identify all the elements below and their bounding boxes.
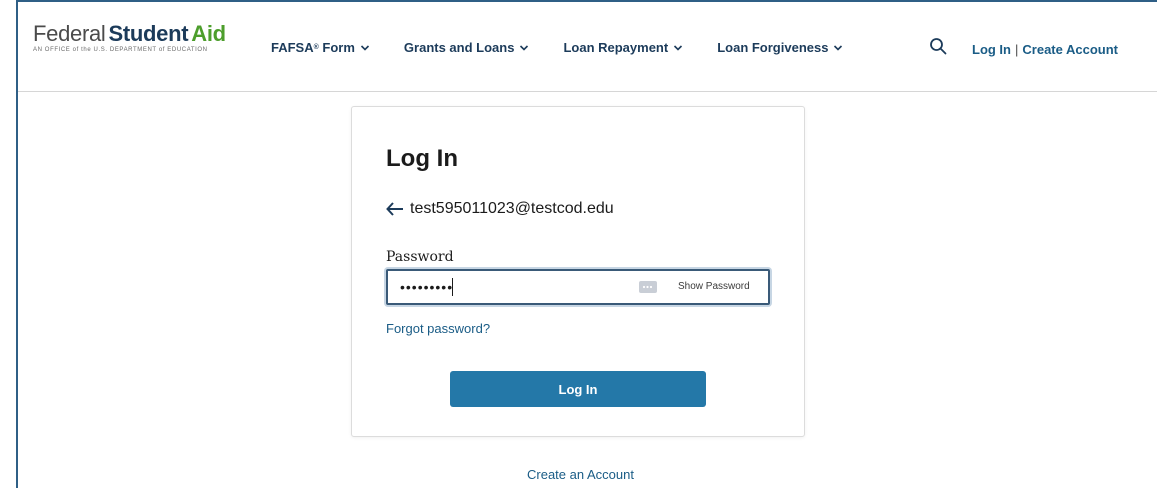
password-input[interactable] — [388, 271, 628, 303]
search-icon[interactable] — [929, 37, 947, 55]
logo-wordmark: Federal Student Aid — [33, 22, 226, 46]
nav-fafsa-label: FAFSA — [271, 40, 314, 55]
fsa-logo[interactable]: Federal Student Aid AN OFFICE of the U.S. … — [33, 22, 226, 54]
nav-repayment-label: Loan Repayment — [563, 40, 669, 55]
chevron-down-icon — [520, 44, 529, 51]
logo-aid: Aid — [191, 21, 226, 46]
logo-student: Student — [108, 21, 189, 46]
header-create-account-link[interactable]: Create Account — [1022, 42, 1118, 57]
nav-forgiveness-label: Loan Forgiveness — [717, 40, 829, 55]
text-caret — [452, 278, 453, 296]
password-label: Password — [386, 249, 454, 265]
arrow-left-icon — [386, 202, 403, 216]
create-account-link[interactable]: Create an Account — [527, 467, 634, 482]
password-field-wrapper: Show Password — [386, 269, 770, 305]
nav-loan-repayment[interactable]: Loan Repayment — [563, 40, 683, 55]
auth-separator: | — [1015, 42, 1019, 57]
page-title: Log In — [386, 145, 458, 172]
nav-loan-forgiveness[interactable]: Loan Forgiveness — [717, 40, 843, 55]
show-password-button[interactable]: Show Password — [678, 281, 750, 292]
account-email: test595011023@testcod.edu — [410, 200, 614, 217]
nav-grants-label: Grants and Loans — [403, 40, 515, 55]
nav-grants-and-loans[interactable]: Grants and Loans — [404, 40, 530, 55]
login-card: Log In test595011023@testcod.edu Passwor… — [351, 106, 805, 437]
logo-subtitle: AN OFFICE of the U.S. DEPARTMENT of EDUC… — [33, 47, 208, 53]
auth-links: Log In | Create Account — [972, 42, 1118, 57]
header-login-link[interactable]: Log In — [972, 42, 1011, 57]
site-header: Federal Student Aid AN OFFICE of the U.S. … — [18, 2, 1157, 92]
nav-fafsa-suffix: Form — [318, 40, 355, 55]
chevron-down-icon — [360, 44, 369, 51]
main-nav: FAFSA ® Form Grants and Loans Loan Repaym… — [271, 40, 877, 55]
chevron-down-icon — [834, 44, 843, 51]
back-to-email-link[interactable]: test595011023@testcod.edu — [386, 200, 614, 218]
password-manager-icon[interactable] — [638, 279, 658, 295]
login-button[interactable]: Log In — [450, 371, 706, 407]
chevron-down-icon — [674, 44, 683, 51]
forgot-password-link[interactable]: Forgot password? — [386, 321, 490, 336]
nav-fafsa-form[interactable]: FAFSA ® Form — [271, 40, 370, 55]
logo-federal: Federal — [33, 21, 106, 46]
